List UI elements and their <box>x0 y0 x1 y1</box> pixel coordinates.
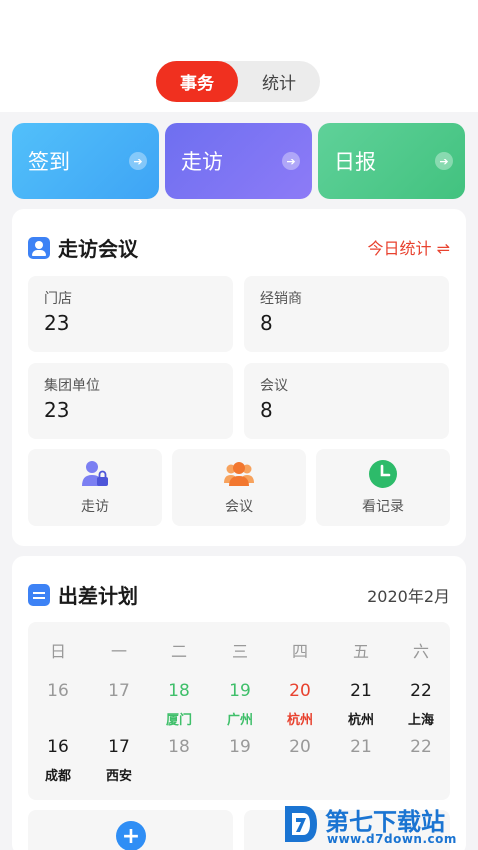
watermark-url: www.d7down.com <box>327 832 457 846</box>
tab-statistics[interactable]: 统计 <box>238 61 320 102</box>
arrow-right-icon: ➔ <box>282 152 300 170</box>
stat-group-unit[interactable]: 集团单位 23 <box>28 363 233 439</box>
checkin-label: 签到 <box>28 150 70 174</box>
daily-report-tile[interactable]: 日报 ➔ <box>318 123 465 199</box>
visit-title-text: 走访会议 <box>58 237 138 261</box>
calendar-city: 厦门 <box>165 713 192 728</box>
calendar-city: 广州 <box>226 713 253 728</box>
stat-value: 8 <box>260 311 273 335</box>
weekday-label: 五 <box>352 642 369 661</box>
weekday-label: 日 <box>49 642 66 661</box>
calendar-city: 杭州 <box>347 713 374 728</box>
stat-label: 经销商 <box>260 291 302 307</box>
visit-label: 走访 <box>181 150 223 174</box>
stat-dealer[interactable]: 经销商 8 <box>244 276 449 352</box>
visit-meeting-card: 走访会议 今日统计 ⇌ 门店 23 经销商 8 集团单位 23 会议 8 走访 <box>12 209 466 546</box>
checkin-tile[interactable]: 签到 ➔ <box>12 123 159 199</box>
weekday-label: 六 <box>412 642 429 661</box>
today-stats-link[interactable]: 今日统计 ⇌ <box>368 235 451 259</box>
weekday-label: 三 <box>231 642 248 661</box>
calendar-day[interactable]: 18 <box>149 737 209 757</box>
calendar-day[interactable]: 19 <box>210 681 270 701</box>
weekday-label: 四 <box>291 642 308 661</box>
calendar-city: 杭州 <box>286 713 313 728</box>
top-bar: 事务 统计 <box>0 0 478 112</box>
calendar-day[interactable]: 17 <box>89 681 149 701</box>
calendar-city: 西安 <box>105 769 132 784</box>
calendar-day[interactable]: 16 <box>28 681 88 701</box>
watermark: 第七下载站 www.d7down.com <box>283 800 478 850</box>
calendar-day[interactable]: 20 <box>270 681 330 701</box>
stat-label: 门店 <box>44 291 72 307</box>
daily-report-label: 日报 <box>334 150 376 174</box>
visit-card-title: 走访会议 <box>28 233 138 262</box>
trip-title-text: 出差计划 <box>58 584 138 608</box>
stat-label: 会议 <box>260 378 288 394</box>
calendar-day[interactable]: 19 <box>210 737 270 757</box>
weekday-label: 二 <box>170 642 187 661</box>
calendar-day[interactable]: 18 <box>149 681 209 701</box>
person-lock-icon <box>82 461 108 486</box>
segment-control: 事务 统计 <box>156 61 320 102</box>
stat-store[interactable]: 门店 23 <box>28 276 233 352</box>
stat-value: 23 <box>44 311 70 335</box>
action-label: 看记录 <box>362 499 404 515</box>
calendar-day[interactable]: 20 <box>270 737 330 757</box>
calendar-day[interactable]: 17 <box>89 737 149 757</box>
tab-affairs[interactable]: 事务 <box>156 61 238 102</box>
calendar-day[interactable]: 21 <box>331 737 391 757</box>
calendar-city: 上海 <box>407 713 434 728</box>
stat-value: 8 <box>260 398 273 422</box>
add-trip-button[interactable]: + <box>28 810 233 850</box>
arrow-right-icon: ➔ <box>129 152 147 170</box>
trip-card-title: 出差计划 <box>28 580 138 609</box>
calendar-day[interactable]: 21 <box>331 681 391 701</box>
month-label[interactable]: 2020年2月 <box>367 583 450 607</box>
action-label: 会议 <box>225 499 253 515</box>
d7-logo-icon <box>285 806 317 842</box>
calendar-day[interactable]: 22 <box>391 737 451 757</box>
visit-tile[interactable]: 走访 ➔ <box>165 123 312 199</box>
stat-label: 集团单位 <box>44 378 100 394</box>
calendar-city: 成都 <box>44 769 71 784</box>
action-records-button[interactable]: 看记录 <box>316 449 450 526</box>
person-icon <box>28 236 50 259</box>
group-icon <box>224 462 254 486</box>
arrow-right-icon: ➔ <box>435 152 453 170</box>
plus-icon: + <box>116 821 146 850</box>
trip-calendar: 日 一 二 三 四 五 六 16 17 18 厦门 19 广州 20 杭州 21… <box>28 622 450 800</box>
action-label: 走访 <box>81 499 109 515</box>
stat-meeting[interactable]: 会议 8 <box>244 363 449 439</box>
action-visit-button[interactable]: 走访 <box>28 449 162 526</box>
calendar-day[interactable]: 22 <box>391 681 451 701</box>
action-meeting-button[interactable]: 会议 <box>172 449 306 526</box>
weekday-label: 一 <box>110 642 127 661</box>
document-icon <box>28 583 50 606</box>
stat-value: 23 <box>44 398 70 422</box>
calendar-day[interactable]: 16 <box>28 737 88 757</box>
clock-icon <box>369 460 397 488</box>
